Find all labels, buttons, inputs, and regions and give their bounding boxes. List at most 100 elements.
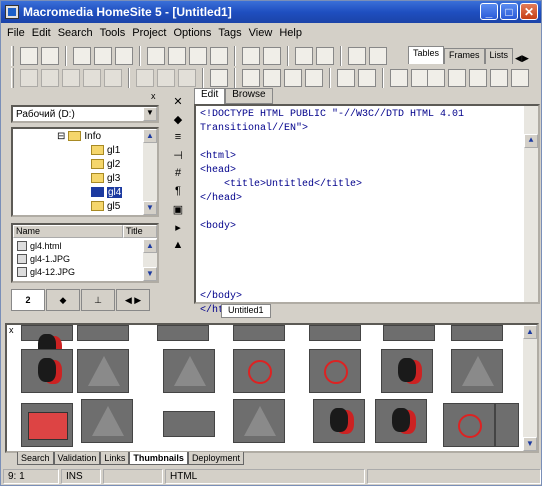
- thumbnail[interactable]: [77, 325, 129, 341]
- file-row[interactable]: gl4-1.JPG: [17, 252, 70, 265]
- link-check-icon[interactable]: [284, 69, 302, 87]
- tag-insight-icon[interactable]: ▸: [171, 221, 185, 235]
- menu-tags[interactable]: Tags: [218, 27, 241, 39]
- menu-project[interactable]: Project: [132, 27, 166, 39]
- thumbnail[interactable]: [443, 403, 495, 447]
- thumbnail[interactable]: [163, 411, 215, 437]
- tree-item-info[interactable]: ⊟ Info: [57, 129, 101, 143]
- table-header-icon[interactable]: [511, 69, 529, 87]
- tab-links[interactable]: Links: [100, 452, 130, 465]
- thumbnail[interactable]: [81, 399, 133, 443]
- minimize-button[interactable]: _: [480, 3, 498, 20]
- word-wrap-icon[interactable]: ≡: [171, 131, 185, 145]
- format-icon[interactable]: [358, 69, 376, 87]
- maximize-button[interactable]: □: [500, 3, 518, 20]
- tab-tables[interactable]: Tables: [408, 46, 445, 64]
- scroll-up-icon[interactable]: ▲: [524, 134, 538, 148]
- tab-edit[interactable]: Edit: [194, 88, 226, 104]
- results-scrollbar[interactable]: ▲ ▼: [523, 325, 537, 451]
- thumbnail[interactable]: [451, 325, 503, 341]
- menu-edit[interactable]: Edit: [32, 27, 51, 39]
- tab-deployment[interactable]: Deployment: [187, 452, 244, 465]
- tab-frames[interactable]: Frames: [444, 48, 485, 64]
- thumbnail[interactable]: [233, 325, 285, 341]
- validate-icon[interactable]: [242, 69, 260, 87]
- results-panel-icon[interactable]: ▣: [171, 203, 185, 217]
- menu-search[interactable]: Search: [58, 27, 93, 39]
- abc-icon[interactable]: [337, 69, 355, 87]
- paste-icon[interactable]: [62, 69, 80, 87]
- file-list-scrollbar[interactable]: ▲ ▼: [143, 239, 157, 281]
- save-icon[interactable]: [73, 47, 91, 65]
- thumbnail[interactable]: [77, 349, 129, 393]
- scroll-down-icon[interactable]: ▼: [523, 437, 537, 451]
- undo-icon[interactable]: [136, 69, 154, 87]
- thumbnail[interactable]: [309, 349, 361, 393]
- tag-chooser-icon[interactable]: [210, 69, 228, 87]
- tab-lists[interactable]: Lists: [484, 48, 514, 64]
- scroll-up-icon[interactable]: ▲: [143, 239, 157, 253]
- table-cell-icon[interactable]: [490, 69, 508, 87]
- save-all-icon[interactable]: [94, 47, 112, 65]
- thumbnail[interactable]: [21, 403, 73, 447]
- results-close-icon[interactable]: x: [9, 325, 14, 335]
- document-weight-icon[interactable]: [305, 69, 323, 87]
- menu-options[interactable]: Options: [174, 27, 212, 39]
- gutter-icon[interactable]: ¶: [171, 185, 185, 199]
- comment-icon[interactable]: #: [171, 167, 185, 181]
- tree-item-gl4[interactable]: gl4: [91, 185, 123, 199]
- paste-special-icon[interactable]: [83, 69, 101, 87]
- editor-scrollbar[interactable]: ▲ ▼: [524, 106, 538, 386]
- menu-file[interactable]: File: [7, 27, 25, 39]
- tree-item-gl3[interactable]: gl3: [91, 171, 120, 185]
- thumbnail[interactable]: [381, 349, 433, 393]
- file-row[interactable]: gl4.html: [17, 239, 62, 252]
- column-header-title[interactable]: Title: [123, 225, 157, 238]
- find-icon[interactable]: [147, 47, 165, 65]
- scroll-down-icon[interactable]: ▼: [143, 267, 157, 281]
- tab-thumbnails[interactable]: Thumbnails: [129, 452, 188, 465]
- thumbnail[interactable]: [451, 349, 503, 393]
- find-files-icon[interactable]: [189, 47, 207, 65]
- toolbar-grip[interactable]: [11, 46, 14, 66]
- redo-icon[interactable]: [157, 69, 175, 87]
- tree-item-gl2[interactable]: gl2: [91, 157, 120, 171]
- special-char-icon[interactable]: [316, 47, 334, 65]
- menu-help[interactable]: Help: [279, 27, 302, 39]
- tab-snippets[interactable]: ◀ ▶: [116, 289, 150, 311]
- scroll-up-icon[interactable]: ▲: [143, 129, 157, 143]
- settings-icon[interactable]: [369, 47, 387, 65]
- collapse-icon[interactable]: ⊟: [57, 131, 65, 142]
- new-file-icon[interactable]: [20, 47, 38, 65]
- thumbnail[interactable]: [21, 325, 73, 358]
- scroll-up-icon[interactable]: ▲: [523, 325, 537, 339]
- delete-icon[interactable]: [104, 69, 122, 87]
- replace-icon[interactable]: [168, 47, 186, 65]
- tree-scrollbar[interactable]: ▲ ▼: [143, 129, 157, 215]
- panel-close-icon[interactable]: x: [151, 91, 156, 101]
- thumbnail[interactable]: [375, 399, 427, 443]
- chevron-down-icon[interactable]: ▼: [143, 107, 157, 121]
- tab-site-view[interactable]: ⊥: [81, 289, 115, 311]
- drive-selector[interactable]: Рабочий (D:) ▼: [11, 105, 159, 123]
- spell-check-icon[interactable]: [263, 69, 281, 87]
- browser-preview-icon[interactable]: [348, 47, 366, 65]
- indent-icon[interactable]: ⊣: [171, 149, 185, 163]
- document-tab[interactable]: Untitled1: [221, 304, 271, 318]
- code-icon[interactable]: [263, 47, 281, 65]
- thumbnail[interactable]: [21, 349, 73, 393]
- image-map-icon[interactable]: [390, 69, 408, 87]
- toggle-panel-icon[interactable]: ◆: [171, 113, 185, 127]
- thumbnail[interactable]: [157, 325, 209, 341]
- tree-item-gl5[interactable]: gl5: [91, 199, 120, 213]
- tab-projects[interactable]: ◆: [46, 289, 80, 311]
- thumbnail[interactable]: [383, 325, 435, 341]
- triangle-icon[interactable]: ▲: [171, 239, 185, 253]
- cut-icon[interactable]: [20, 69, 38, 87]
- refresh-icon[interactable]: [178, 69, 196, 87]
- copy-icon[interactable]: [41, 69, 59, 87]
- thumbnail[interactable]: [233, 349, 285, 393]
- insert-tag-icon[interactable]: [295, 47, 313, 65]
- column-header-name[interactable]: Name: [13, 225, 123, 238]
- close-doc-icon[interactable]: ✕: [171, 95, 185, 109]
